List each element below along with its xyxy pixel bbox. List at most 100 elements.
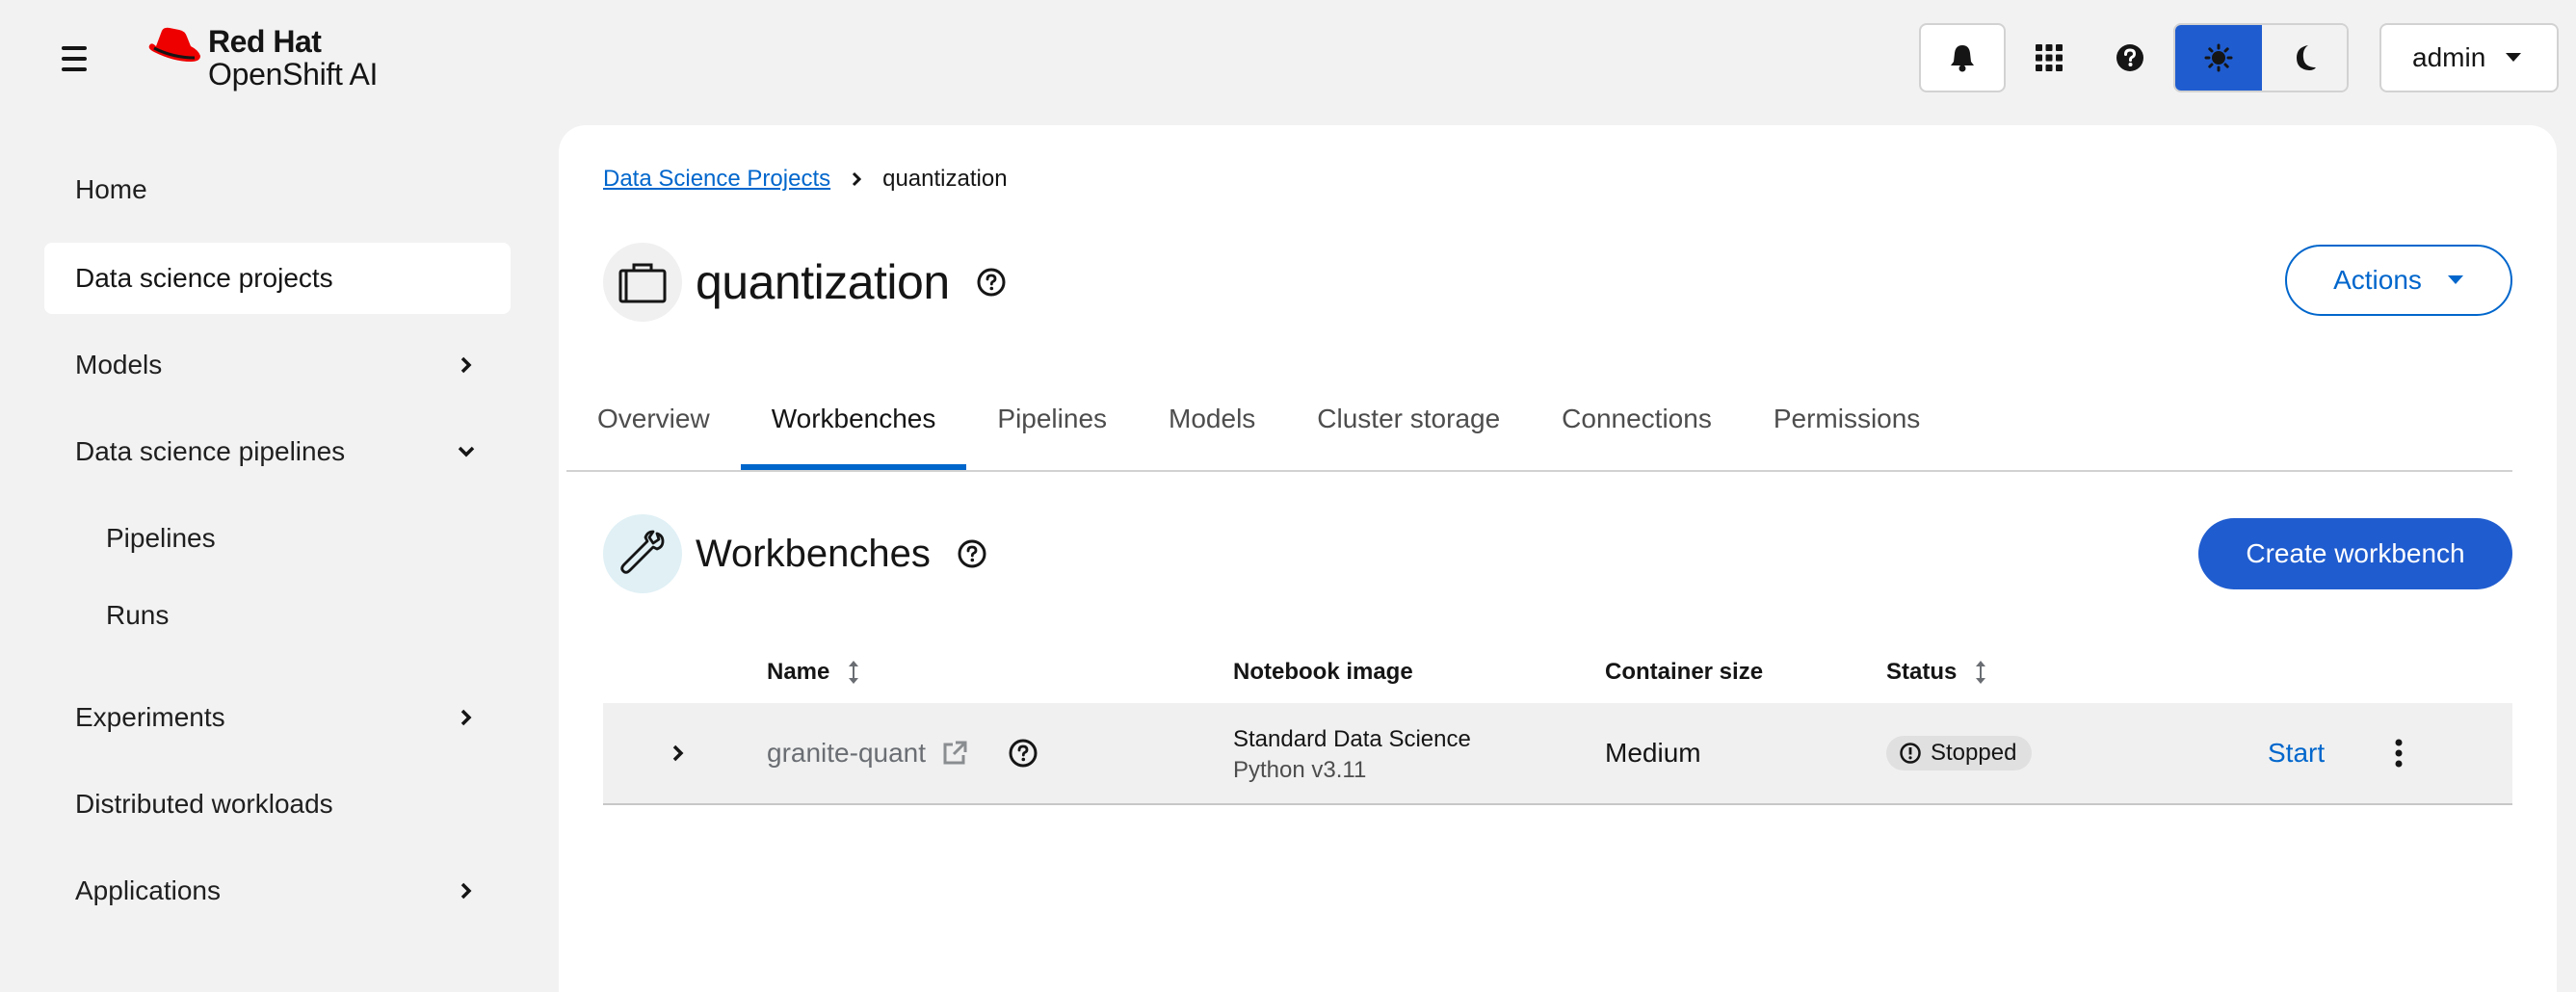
- sidebar-item-label: Models: [75, 350, 163, 379]
- sidebar-item-home[interactable]: Home: [44, 154, 511, 225]
- tab-cluster-storage[interactable]: Cluster storage: [1286, 370, 1531, 468]
- row-kebab-menu[interactable]: [2395, 703, 2403, 803]
- chevron-right-icon: [457, 881, 476, 901]
- tab-label: Connections: [1562, 404, 1712, 433]
- sidebar-item-label: Experiments: [75, 702, 225, 732]
- sidebar-item-label: Runs: [106, 600, 170, 630]
- red-hat-logo-icon: [148, 27, 200, 62]
- sun-icon: [2204, 43, 2233, 72]
- status-badge[interactable]: Stopped: [1886, 736, 2033, 770]
- bell-icon: [1951, 45, 1974, 72]
- sidebar-item-pipelines[interactable]: Pipelines: [75, 503, 511, 574]
- expand-row-toggle[interactable]: [672, 703, 684, 803]
- sidebar-item-runs[interactable]: Runs: [75, 580, 511, 651]
- tab-label: Workbenches: [771, 404, 936, 433]
- tab-label: Models: [1169, 404, 1256, 433]
- sidebar-item-label: Data science projects: [75, 263, 333, 293]
- tab-pipelines[interactable]: Pipelines: [966, 370, 1138, 468]
- sidebar-item-label: Applications: [75, 875, 221, 905]
- app-launcher-button[interactable]: [2013, 23, 2085, 92]
- kebab-menu-icon: [2395, 739, 2403, 768]
- sidebar-item-applications[interactable]: Applications: [44, 855, 511, 927]
- page-title: quantization: [696, 255, 950, 309]
- section-title: Workbenches: [696, 532, 931, 575]
- column-label: Name: [767, 659, 830, 685]
- tab-label: Pipelines: [997, 404, 1108, 433]
- column-header-status[interactable]: Status: [1886, 645, 1987, 699]
- status-stopped-icon: [1900, 743, 1921, 764]
- project-icon: [603, 243, 682, 322]
- tab-permissions[interactable]: Permissions: [1743, 370, 1951, 468]
- column-label: Notebook image: [1233, 659, 1413, 685]
- breadcrumb-current: quantization: [882, 166, 1008, 192]
- theme-toggle[interactable]: [2173, 23, 2349, 92]
- project-help-icon[interactable]: [977, 268, 1006, 297]
- sidebar-item-label: Home: [75, 174, 147, 204]
- sidebar-item-experiments[interactable]: Experiments: [44, 682, 511, 753]
- notebook-image-name: Standard Data Science: [1233, 726, 1471, 752]
- grid-icon: [2036, 44, 2063, 71]
- table-row: granite-quant Standard Data Science Pyth…: [603, 703, 2512, 805]
- create-workbench-button[interactable]: Create workbench: [2198, 518, 2512, 589]
- sort-icon: [1976, 661, 1986, 684]
- main-content: Data Science Projects quantization quant…: [559, 125, 2557, 992]
- tab-overview[interactable]: Overview: [566, 370, 741, 468]
- status-label: Stopped: [1931, 740, 2017, 766]
- user-menu-button[interactable]: admin: [2379, 23, 2559, 92]
- masthead: Red Hat OpenShift AI admin: [0, 0, 2576, 116]
- dark-theme-button[interactable]: [2262, 25, 2347, 91]
- workbench-icon: [603, 514, 682, 593]
- workbenches-help-icon[interactable]: [958, 539, 986, 568]
- chevron-down-icon: [457, 442, 476, 461]
- hamburger-menu-icon[interactable]: [62, 42, 100, 75]
- workbench-name-link[interactable]: granite-quant: [767, 738, 926, 769]
- help-button[interactable]: [2094, 23, 2166, 92]
- sidebar-item-data-science-projects[interactable]: Data science projects: [44, 243, 511, 314]
- logo[interactable]: Red Hat OpenShift AI: [145, 25, 378, 91]
- notebook-image-cell: Standard Data Science Python v3.11: [1233, 703, 1471, 803]
- column-header-name[interactable]: Name: [767, 645, 860, 699]
- column-label: Container size: [1605, 659, 1764, 685]
- tab-label: Cluster storage: [1317, 404, 1501, 433]
- external-link-icon[interactable]: [941, 740, 968, 767]
- chevron-right-icon: [457, 708, 476, 727]
- sidebar-item-label: Data science pipelines: [75, 436, 346, 466]
- tab-label: Overview: [597, 404, 710, 433]
- notifications-button[interactable]: [1919, 23, 2006, 92]
- brand-name: Red Hat: [208, 24, 322, 59]
- sidebar-item-label: Pipelines: [106, 523, 216, 553]
- sort-icon: [849, 661, 859, 684]
- sidebar-item-models[interactable]: Models: [44, 329, 511, 401]
- caret-down-icon: [2447, 275, 2463, 284]
- tab-workbenches[interactable]: Workbenches: [740, 370, 967, 470]
- user-name: admin: [2412, 42, 2486, 72]
- tab-models[interactable]: Models: [1138, 370, 1286, 468]
- container-size: Medium: [1605, 738, 1701, 768]
- sidebar-item-label: Distributed workloads: [75, 789, 333, 819]
- chevron-right-icon: [672, 744, 684, 762]
- column-label: Status: [1886, 659, 1958, 685]
- start-cell: Start: [2268, 703, 2325, 803]
- breadcrumb: Data Science Projects quantization: [603, 166, 1008, 193]
- actions-dropdown-button[interactable]: Actions: [2285, 245, 2512, 316]
- status-cell: Stopped: [1886, 703, 2033, 803]
- breadcrumb-link-projects[interactable]: Data Science Projects: [603, 166, 830, 193]
- light-theme-button[interactable]: [2175, 25, 2262, 91]
- briefcase-icon: [618, 263, 667, 303]
- chevron-right-icon: [457, 355, 476, 375]
- product-name: OpenShift AI: [208, 57, 379, 91]
- tab-connections[interactable]: Connections: [1531, 370, 1743, 468]
- notebook-image-version: Python v3.11: [1233, 757, 1367, 783]
- moon-icon: [2297, 45, 2316, 70]
- workbenches-section-header: Workbenches: [603, 514, 986, 593]
- question-circle-icon[interactable]: [1009, 739, 1038, 768]
- chevron-right-icon: [853, 171, 862, 187]
- start-workbench-button[interactable]: Start: [2268, 738, 2325, 769]
- project-tabs: Overview Workbenches Pipelines Models Cl…: [566, 370, 2512, 472]
- column-header-image: Notebook image: [1233, 645, 1413, 699]
- wrench-icon: [620, 530, 665, 574]
- sidebar-item-data-science-pipelines[interactable]: Data science pipelines: [44, 416, 511, 487]
- sidebar-item-distributed-workloads[interactable]: Distributed workloads: [44, 769, 511, 840]
- container-size-cell: Medium: [1605, 703, 1701, 803]
- workbench-name-cell: granite-quant: [767, 703, 1038, 803]
